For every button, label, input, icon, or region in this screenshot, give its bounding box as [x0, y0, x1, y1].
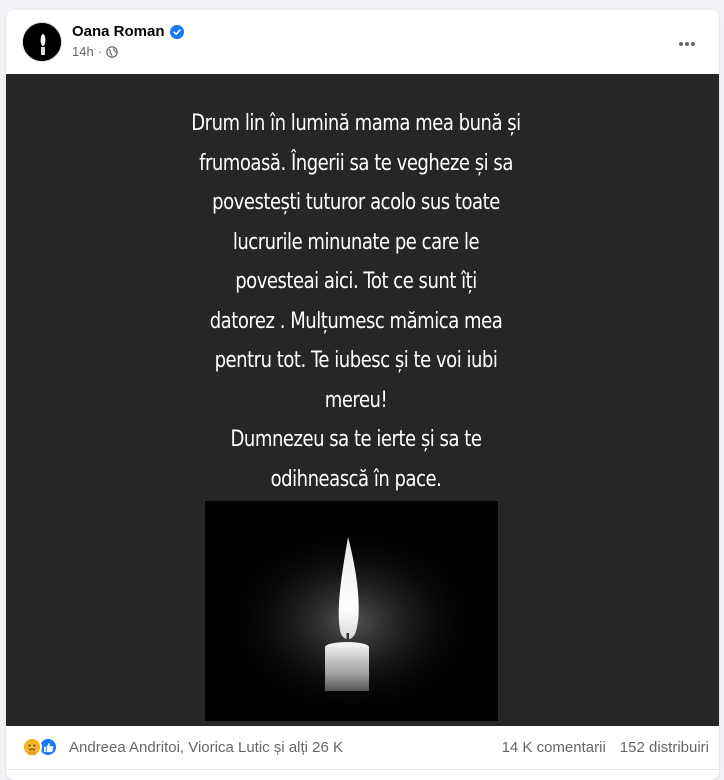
verified-badge-icon [169, 24, 184, 39]
author-name[interactable]: Oana Roman [72, 23, 165, 40]
more-options-button[interactable] [669, 26, 705, 62]
shares-count[interactable]: 152 distribuiri [620, 739, 709, 756]
globe-icon [106, 45, 118, 58]
comments-count[interactable]: 14 K comentarii [502, 739, 606, 756]
post-card: Oana Roman 14h · Drum lin în lumină mama… [6, 10, 719, 780]
author-row: Oana Roman [72, 23, 184, 40]
avatar[interactable] [22, 22, 62, 62]
post-time[interactable]: 14h [72, 44, 94, 59]
candle-avatar-icon [23, 23, 61, 61]
reactions-bar: Andreea Andritoi, Viorica Lutic și alți … [6, 726, 719, 770]
post-media[interactable]: Drum lin în lumină mama mea bună și frum… [6, 74, 719, 726]
engagement-counts: 14 K comentarii 152 distribuiri [502, 739, 709, 756]
candle-image [205, 501, 498, 721]
story-text: Drum lin în lumină mama mea bună și frum… [191, 111, 521, 492]
post-header: Oana Roman 14h · [6, 10, 719, 74]
reactors-text[interactable]: Andreea Andritoi, Viorica Lutic și alți … [69, 739, 343, 756]
care-reaction-icon [22, 737, 42, 757]
more-horizontal-icon [679, 42, 695, 46]
post-meta: 14h · [72, 44, 118, 59]
reaction-icons[interactable] [22, 737, 66, 759]
